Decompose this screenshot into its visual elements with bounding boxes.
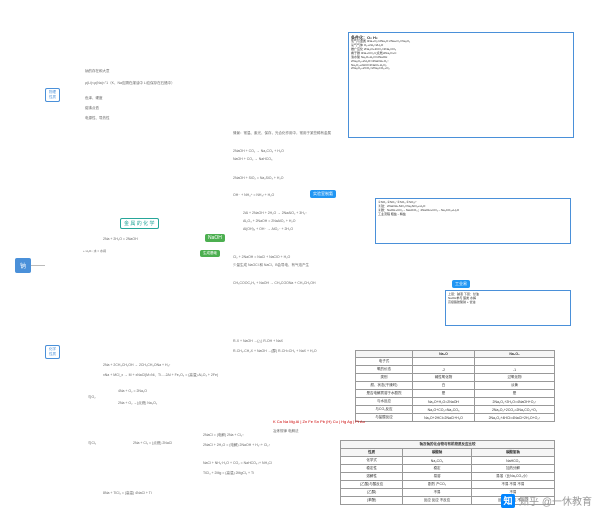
label-color: 色泽、硬度 bbox=[82, 95, 106, 102]
activity-series: K Ca Na Mg Al | Zn Fe Sn Pb (H) Cu | Hg … bbox=[270, 418, 368, 425]
lbl-o2: 与O₂ bbox=[85, 394, 99, 401]
rxn-nacl-electro: 2NaCl = (电解) 2Na + Cl₂↑ bbox=[200, 432, 247, 439]
tag-nh3[interactable]: 实验室制氨 bbox=[310, 190, 336, 198]
rxn-aloh3: Al(OH)₃ + OH⁻ → AlO₂⁻ + 2H₂O bbox=[240, 226, 296, 232]
cl-note: 少量生成 NaOCl 和 NaCl，B会导电、有气泡产生 bbox=[230, 262, 312, 269]
watermark: 知 知乎 @一休教育 bbox=[501, 493, 592, 508]
table-oxide: Na₂ONa₂O₂ 电子式 氧的价态-2-1 类别碱性氧化物过氧化物 颜、状态(… bbox=[355, 350, 555, 422]
org-line-1: 高级脂肪酸钠 + 甘油 bbox=[448, 301, 568, 305]
rxn-cl2-naoh: Cl₂ + 2NaOH = NaCl + NaClO + H₂O bbox=[230, 254, 293, 260]
rxn-hydrol: R-X + NaOH →(△) R-OH + NaX bbox=[230, 338, 286, 344]
rxn-naoh-co2-1: 2NaOH + CO₂ → Na₂CO₃ + H₂O bbox=[230, 148, 287, 154]
rxn-na-salt: xNa + MCl_x → M + xNaCl(M=Ni、Ti.....2Al … bbox=[100, 372, 221, 379]
chem-branch[interactable]: 化学性质 bbox=[45, 345, 60, 359]
label-conduct: 电源性、导热性 bbox=[82, 115, 113, 122]
panel-mid-right: ①NO₂ ②NO₃⁻③SO₃ ④SO₄²⁻ ⑤硅：2NaOH+SiO₂=Na₂S… bbox=[375, 198, 571, 244]
watermark-text: 知乎 @一休教育 bbox=[519, 493, 592, 508]
root-node[interactable]: 钠 bbox=[15, 258, 31, 273]
panel-line-7: 2Na₂O₂+2CO₂=2Na₂CO₃+O₂ bbox=[351, 67, 571, 71]
naoh-node[interactable]: NaOH bbox=[205, 234, 225, 242]
rxn-al2o3: Al₂O₃ + 2NaOH = 2NaAlO₂ + H₂O bbox=[240, 218, 298, 224]
top-branch-physical[interactable]: 物理性质 bbox=[45, 88, 60, 102]
rxn-ester: CH₃COOC₂H₅ + NaOH → CH₃COONa + CH₃CH₂OH bbox=[230, 280, 319, 286]
panel-top-right: 条件化：O₂ H₂ 氧气与金属 4Na+O₂=2Na₂O 2Na+O₂=Na₂O… bbox=[348, 32, 574, 138]
rxn-na-cl2: 2Na + Cl₂ = (点燃) 2NaCl bbox=[130, 440, 175, 447]
mid-line-3: 工业流程 粗盐→精盐 bbox=[378, 213, 568, 217]
cmp-title: 钠及钠的化合物与有机物质反应比较 bbox=[341, 441, 555, 449]
rxn-na2o-h2o: 2NaOH + SiO₂ = Na₂SiO₃ + H₂O bbox=[230, 175, 287, 181]
formula-density: ρ(Li)<ρ(Na)<"1（K、Na应隔在煤油中 Li应保存在石蜡中） bbox=[82, 80, 178, 87]
context-note: 情景：常温、紫光、保存，光合化作用中，常用于某些稀有金属 bbox=[230, 130, 334, 137]
rxn-na-o2-2: 2Na + O₂ →(点燃) Na₂O₂ bbox=[115, 400, 160, 407]
rxn-thermite: 8Na + TiCl₄ = (高温) 4NaCl + Ti bbox=[100, 490, 155, 497]
rxn-ticl4: TiCl₄ + 2Mg = (高温) 2MgCl₂ + Ti bbox=[200, 470, 257, 477]
rxn-na-ethanol: 2Na + 2CH₃CH₂OH → 2CH₃CH₃ONa + H₂↑ bbox=[100, 362, 174, 368]
tag-industry[interactable]: 工业易 bbox=[452, 280, 470, 288]
ox-h1: Na₂O bbox=[412, 351, 474, 358]
center-title[interactable]: 金 属 的 化 学 bbox=[120, 218, 159, 229]
label-exist: 钠的存在和大意 bbox=[82, 68, 113, 75]
activity-note: 冶炼规律 电解法 bbox=[270, 428, 301, 435]
generate-tag[interactable]: 生成基础 bbox=[200, 250, 220, 257]
lbl-cl2: 与Cl₂ bbox=[85, 440, 99, 447]
ox-h2: Na₂O₂ bbox=[475, 351, 555, 358]
rxn-naoh-co2-2: NaOH + CO₂ → NaHCO₃ bbox=[230, 156, 275, 162]
rxn-al-naoh: 2Al + 2NaOH + 2H₂O → 2NaAlO₂ + 3H₂↑ bbox=[240, 210, 310, 216]
rxn-na-h2o-sub: + H₂O↓ 水 = 水闸 bbox=[80, 248, 109, 254]
rxn-nacl-h2o: 2NaCl + 2H₂O = (电解) 2NaOH + H₂↑+ Cl₂↑ bbox=[200, 442, 273, 449]
rxn-nacl-nh3: NaCl + NH₃·H₂O + CO₂ = NaHCO₃↓+ NH₄Cl bbox=[200, 460, 275, 466]
panel-organic: 上层：碱液 下层：甘油 NaOH参与 酯类 水解 高级脂肪酸钠 + 甘油 bbox=[445, 290, 571, 326]
rxn-na-h2o: 2Na + 2H₂O = 2NaOH bbox=[100, 236, 141, 242]
label-mp: 熔沸点低 bbox=[82, 105, 102, 112]
zhihu-icon: 知 bbox=[501, 494, 515, 508]
rxn-oh-nh4: OH⁻ + NH₄⁺ = NH₃↑+ H₂O bbox=[230, 192, 277, 198]
rxn-na-o2-1: 4Na + O₂ = 2Na₂O bbox=[115, 388, 150, 394]
rxn-elim: R-CH₂-CH₂X + NaOH →(醇) R-CH=CH₂ + NaX + … bbox=[230, 348, 320, 355]
